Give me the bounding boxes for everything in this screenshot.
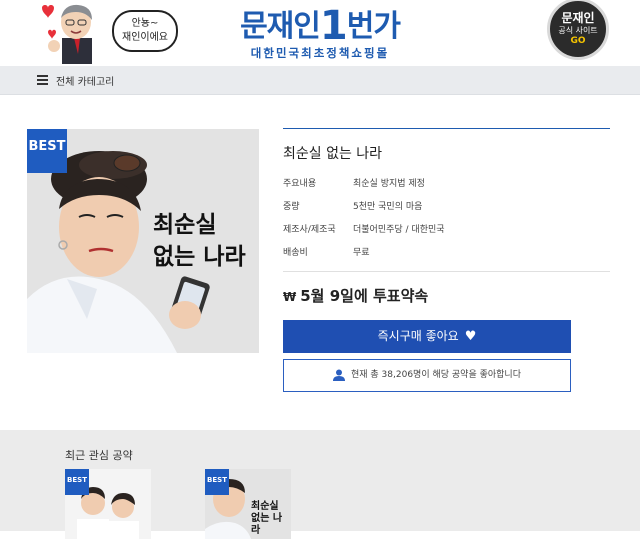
person-icon [333,369,345,381]
go-badge-line-1: 문재인 [561,11,595,25]
won-icon: ₩ [283,290,297,304]
best-badge: BEST [27,129,67,173]
greeting-bubble: 안뇽~ 재인이에요 [112,10,178,52]
product-image-caption: 최순실 없는 나라 [153,209,246,273]
spec-key: 배송비 [283,248,308,258]
spec-key: 중량 [283,202,300,212]
caption-line-1: 최순실 [153,212,217,238]
spec-value: 5천만 국민의 마음 [353,202,423,212]
logo-part-2: 번가 [346,9,401,44]
bubble-line-2: 재인이에요 [122,32,168,43]
price: ₩5월 9일에 투표약속 [283,285,428,306]
product-top-divider [283,128,610,129]
logo-title: 문재인1번가 [230,4,410,46]
best-badge: BEST [65,469,89,495]
caption-line-1: 최순실 [251,501,279,512]
recent-interests-title: 최근 관심 공약 [65,449,133,462]
product-title: 최순실 없는 나라 [283,146,383,162]
recent-interests-section: 최근 관심 공약 BEST BEST 최순실 없는 나라 [0,430,640,539]
caption-line-2: 없는 나라 [251,513,283,536]
buy-button-label: 즉시구매 좋아요 [377,329,459,343]
hamburger-menu-icon[interactable] [37,75,48,85]
go-badge-line-2: 공식 사이트 [558,26,598,35]
official-site-go-button[interactable]: 문재인 공식 사이트 GO [547,0,609,60]
like-count-box: 현재 총 38,206명이 해당 공약을 좋아합니다 [283,359,571,392]
spec-value: 최순실 방지법 제정 [353,179,425,189]
all-categories-link[interactable]: 전체 카테고리 [56,73,114,88]
spec-value: 무료 [353,248,370,258]
site-logo[interactable]: 문재인1번가 대한민국최초정책쇼핑몰 [230,4,410,60]
go-badge-line-3: GO [570,36,586,46]
caption-line-2: 없는 나라 [153,244,246,270]
recent-item[interactable]: BEST [65,469,151,539]
spec-key: 제조사/제조국 [283,225,336,235]
recent-item-caption: 최순실 없는 나라 [251,501,291,537]
product-image[interactable]: BEST 최순실 없는 나라 [27,129,259,353]
best-badge: BEST [205,469,229,495]
buy-now-like-button[interactable]: 즉시구매 좋아요 ♥ [283,320,571,353]
heart-icon: ♥ [464,329,477,344]
bubble-line-1: 안뇽~ [131,18,159,29]
logo-number: 1 [319,3,348,49]
like-count-text: 현재 총 38,206명이 해당 공약을 좋아합니다 [351,370,521,380]
logo-part-1: 문재인 [240,9,321,44]
recent-item[interactable]: BEST 최순실 없는 나라 [205,469,291,539]
site-header: 안뇽~ 재인이에요 문재인1번가 대한민국최초정책쇼핑몰 문재인 공식 사이트 … [0,0,640,66]
price-divider [283,271,610,272]
spec-key: 주요내용 [283,179,317,189]
mascot-character [42,4,92,64]
price-text: 5월 9일에 투표약속 [300,287,429,305]
category-bar: 전체 카테고리 [0,66,640,95]
spec-value: 더불어민주당 / 대한민국 [353,225,445,235]
